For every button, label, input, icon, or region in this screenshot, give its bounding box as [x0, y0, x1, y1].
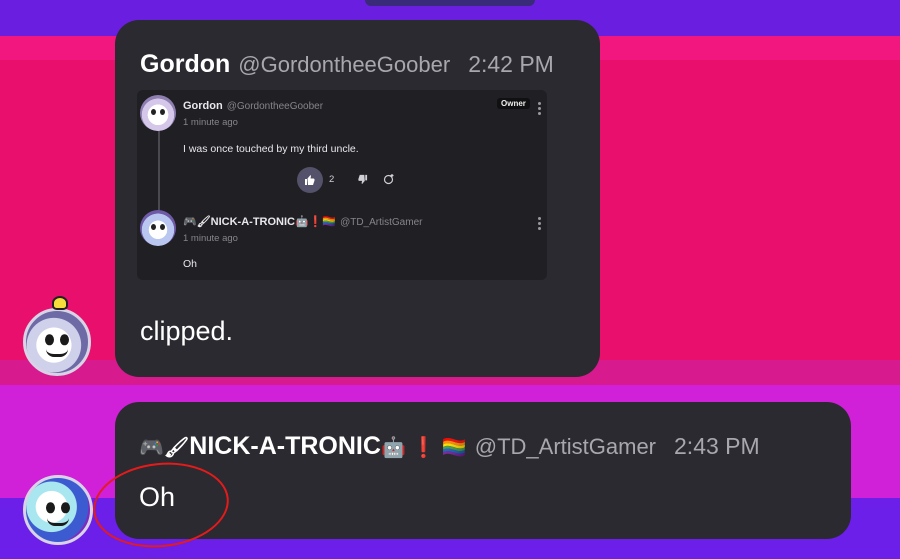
more-vertical-icon[interactable]: [537, 217, 541, 232]
comment-time: 1 minute ago: [183, 117, 238, 128]
avatar[interactable]: [23, 308, 91, 376]
avatar: [140, 210, 176, 246]
owner-badge: Owner: [497, 98, 530, 109]
crown-icon: [52, 296, 68, 310]
author-name[interactable]: 🎮🖌NICK-A-TRONIC🤖 ❗ 🏳️‍🌈: [139, 432, 467, 461]
top-tab: [365, 0, 535, 6]
timestamp: 2:43 PM: [674, 433, 760, 459]
comment-author-name: Gordon: [183, 100, 223, 112]
reply-author: 🎮🖌NICK-A-TRONIC🤖❗🏳️‍🌈 @TD_ArtistGamer: [183, 215, 422, 228]
comment-author: Gordon @GordontheeGoober: [183, 100, 323, 112]
author-name-suffix: 🤖 ❗ 🏳️‍🌈: [380, 437, 467, 459]
message-bubble: 🎮🖌NICK-A-TRONIC🤖 ❗ 🏳️‍🌈 @TD_ArtistGamer …: [115, 402, 851, 539]
message-bubble: Gordon @GordontheeGoober 2:42 PM Gordon @…: [115, 20, 600, 377]
message-header: 🎮🖌NICK-A-TRONIC🤖 ❗ 🏳️‍🌈 @TD_ArtistGamer …: [139, 432, 760, 461]
thumbs-down-icon[interactable]: [357, 174, 368, 188]
comment-text: I was once touched by my third uncle.: [183, 143, 359, 155]
avatar[interactable]: [23, 475, 93, 545]
author-name[interactable]: Gordon: [140, 50, 230, 79]
reply-author-name: 🎮🖌NICK-A-TRONIC🤖❗🏳️‍🌈: [183, 216, 337, 228]
message-header: Gordon @GordontheeGoober 2:42 PM: [140, 50, 554, 79]
thumbs-up-icon[interactable]: [297, 167, 323, 193]
message-text: clipped.: [140, 316, 234, 346]
reply-text: Oh: [183, 258, 198, 270]
reply-icon[interactable]: [383, 173, 395, 188]
comment-author-handle: @GordontheeGoober: [226, 101, 324, 112]
author-handle[interactable]: @GordontheeGoober: [238, 52, 450, 78]
embedded-comment-screenshot[interactable]: Gordon @GordontheeGoober 1 minute ago Own…: [137, 90, 547, 280]
reply-time: 1 minute ago: [183, 233, 238, 244]
avatar: [140, 95, 176, 131]
like-count: 2: [329, 174, 335, 185]
author-name-prefix: 🎮🖌: [139, 437, 190, 459]
more-vertical-icon[interactable]: [537, 102, 541, 117]
reply-author-handle: @TD_ArtistGamer: [340, 217, 423, 228]
timestamp: 2:42 PM: [468, 51, 554, 77]
author-name-main: NICK-A-TRONIC: [189, 432, 381, 460]
author-handle[interactable]: @TD_ArtistGamer: [475, 434, 656, 460]
